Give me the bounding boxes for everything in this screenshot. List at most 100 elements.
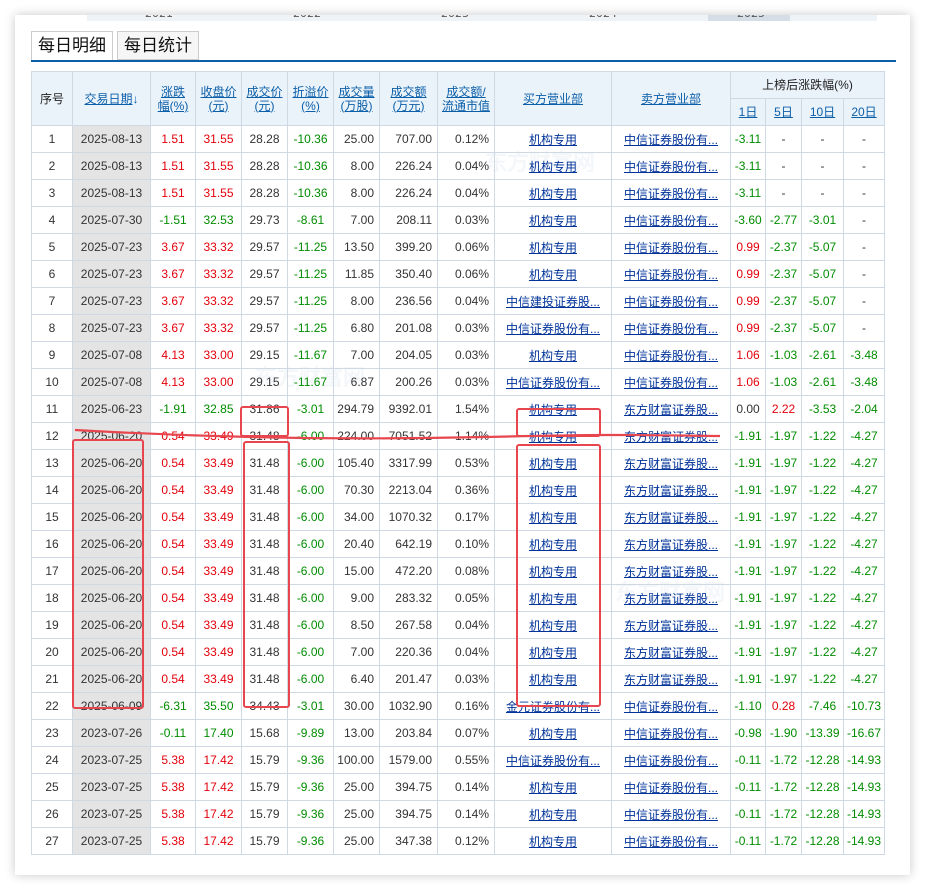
sort-after-20d-link[interactable]: 20日: [851, 105, 876, 119]
seller-link[interactable]: 中信证券股份有...: [624, 214, 718, 228]
buyer-link[interactable]: 机构专用: [529, 403, 577, 417]
sort-deal-price-link[interactable]: 成交价(元): [245, 85, 285, 113]
sort-after-1d-link[interactable]: 1日: [739, 105, 758, 119]
buyer-link[interactable]: 机构专用: [529, 592, 577, 606]
col-header-seller[interactable]: 卖方营业部: [611, 71, 731, 126]
buyer-link[interactable]: 机构专用: [529, 430, 577, 444]
after-1d-cell: -0.11: [730, 746, 766, 774]
seller-link[interactable]: 东方财富证券股...: [624, 511, 718, 525]
col-header-change[interactable]: 涨跌幅(%): [150, 71, 196, 126]
ratio-cell: 0.04%: [437, 638, 495, 666]
sort-ratio-link[interactable]: 成交额/流通市值: [441, 85, 491, 113]
seller-link[interactable]: 东方财富证券股...: [624, 457, 718, 471]
buyer-link[interactable]: 机构专用: [529, 646, 577, 660]
sort-buyer-link[interactable]: 买方营业部: [523, 92, 583, 106]
buyer-link[interactable]: 中信证券股份有...: [506, 754, 600, 768]
buyer-link[interactable]: 机构专用: [529, 349, 577, 363]
seller-link[interactable]: 中信证券股份有...: [624, 187, 718, 201]
buyer-link[interactable]: 机构专用: [529, 835, 577, 849]
seller-link[interactable]: 中信证券股份有...: [624, 808, 718, 822]
tab-daily-stats[interactable]: 每日统计: [117, 31, 199, 60]
premium-pct-cell: -6.00: [287, 530, 334, 558]
seller-link[interactable]: 中信证券股份有...: [624, 268, 718, 282]
col-header-buyer[interactable]: 买方营业部: [494, 71, 612, 126]
seller-link[interactable]: 中信证券股份有...: [624, 376, 718, 390]
seller-link[interactable]: 东方财富证券股...: [624, 538, 718, 552]
buyer-link[interactable]: 中信建投证券股...: [506, 295, 600, 309]
buyer-link[interactable]: 机构专用: [529, 241, 577, 255]
seller-link[interactable]: 中信证券股份有...: [624, 241, 718, 255]
col-header-amount[interactable]: 成交额(万元): [379, 71, 438, 126]
col-header-after-20d[interactable]: 20日: [843, 98, 885, 126]
sort-close-link[interactable]: 收盘价(元): [199, 85, 239, 113]
after-20d-cell: -14.93: [843, 827, 885, 855]
seller-link[interactable]: 中信证券股份有...: [624, 781, 718, 795]
buyer-link[interactable]: 机构专用: [529, 808, 577, 822]
buyer-link[interactable]: 金元证券股份有...: [506, 700, 600, 714]
after-10d-cell: -1.22: [801, 611, 844, 639]
after-5d-cell: -1.72: [765, 800, 802, 828]
sort-change-link[interactable]: 涨跌幅(%): [157, 85, 189, 113]
seller-link[interactable]: 中信证券股份有...: [624, 349, 718, 363]
tab-daily-detail[interactable]: 每日明细: [31, 31, 113, 61]
sort-after-5d-link[interactable]: 5日: [774, 105, 793, 119]
seller-link[interactable]: 中信证券股份有...: [624, 295, 718, 309]
seller-link[interactable]: 中信证券股份有...: [624, 835, 718, 849]
buyer-link[interactable]: 机构专用: [529, 187, 577, 201]
after-5d-cell: -1.97: [765, 584, 802, 612]
seller-link[interactable]: 中信证券股份有...: [624, 754, 718, 768]
sort-amount-link[interactable]: 成交额(万元): [385, 85, 433, 113]
col-header-premium[interactable]: 折溢价(%): [287, 71, 334, 126]
seller-link[interactable]: 东方财富证券股...: [624, 565, 718, 579]
amount-cell: 208.11: [379, 206, 438, 234]
trade-date-cell: 2025-06-09: [72, 692, 151, 720]
col-header-after-5d[interactable]: 5日: [765, 98, 802, 126]
buyer-link[interactable]: 机构专用: [529, 133, 577, 147]
sort-premium-link[interactable]: 折溢价(%): [291, 85, 331, 113]
buyer-link[interactable]: 机构专用: [529, 511, 577, 525]
buyer-link[interactable]: 中信证券股份有...: [506, 376, 600, 390]
seller-link[interactable]: 中信证券股份有...: [624, 133, 718, 147]
premium-pct-cell: -9.36: [287, 827, 334, 855]
table-row: 10 2025-07-08 4.13 33.00 29.15 -11.67 6.87 200.…: [31, 368, 885, 396]
sort-date-link[interactable]: 交易日期: [84, 92, 132, 106]
seller-link[interactable]: 东方财富证券股...: [624, 592, 718, 606]
sort-seller-link[interactable]: 卖方营业部: [641, 92, 701, 106]
buyer-link[interactable]: 机构专用: [529, 727, 577, 741]
sort-volume-link[interactable]: 成交量(万股): [337, 85, 377, 113]
seller-link[interactable]: 东方财富证券股...: [624, 673, 718, 687]
col-header-deal-price[interactable]: 成交价(元): [241, 71, 288, 126]
seller-link[interactable]: 东方财富证券股...: [624, 484, 718, 498]
seller-link[interactable]: 东方财富证券股...: [624, 430, 718, 444]
buyer-link[interactable]: 中信证券股份有...: [506, 322, 600, 336]
after-20d-cell: -10.73: [843, 692, 885, 720]
buyer-link[interactable]: 机构专用: [529, 457, 577, 471]
seller-link[interactable]: 中信证券股份有...: [624, 322, 718, 336]
sort-after-10d-link[interactable]: 10日: [810, 105, 835, 119]
buyer-link[interactable]: 机构专用: [529, 484, 577, 498]
col-header-close[interactable]: 收盘价(元): [195, 71, 242, 126]
seller-link[interactable]: 中信证券股份有...: [624, 160, 718, 174]
col-header-after-10d[interactable]: 10日: [801, 98, 844, 126]
change-pct-cell: 0.54: [150, 476, 196, 504]
col-header-date[interactable]: 交易日期↓: [72, 71, 151, 126]
buyer-link[interactable]: 机构专用: [529, 214, 577, 228]
buyer-link[interactable]: 机构专用: [529, 538, 577, 552]
deal-price-cell: 31.48: [241, 476, 288, 504]
trade-date-cell: 2025-07-23: [72, 233, 151, 261]
sort-down-arrow-icon[interactable]: ↓: [133, 92, 139, 106]
buyer-link[interactable]: 机构专用: [529, 565, 577, 579]
seller-link[interactable]: 中信证券股份有...: [624, 727, 718, 741]
buyer-link[interactable]: 机构专用: [529, 160, 577, 174]
seller-link[interactable]: 中信证券股份有...: [624, 700, 718, 714]
buyer-link[interactable]: 机构专用: [529, 268, 577, 282]
buyer-link[interactable]: 机构专用: [529, 619, 577, 633]
seller-link[interactable]: 东方财富证券股...: [624, 403, 718, 417]
buyer-link[interactable]: 机构专用: [529, 673, 577, 687]
col-header-after-1d[interactable]: 1日: [730, 98, 766, 126]
buyer-link[interactable]: 机构专用: [529, 781, 577, 795]
seller-link[interactable]: 东方财富证券股...: [624, 646, 718, 660]
seller-link[interactable]: 东方财富证券股...: [624, 619, 718, 633]
col-header-volume[interactable]: 成交量(万股): [333, 71, 380, 126]
col-header-ratio[interactable]: 成交额/流通市值: [437, 71, 495, 126]
